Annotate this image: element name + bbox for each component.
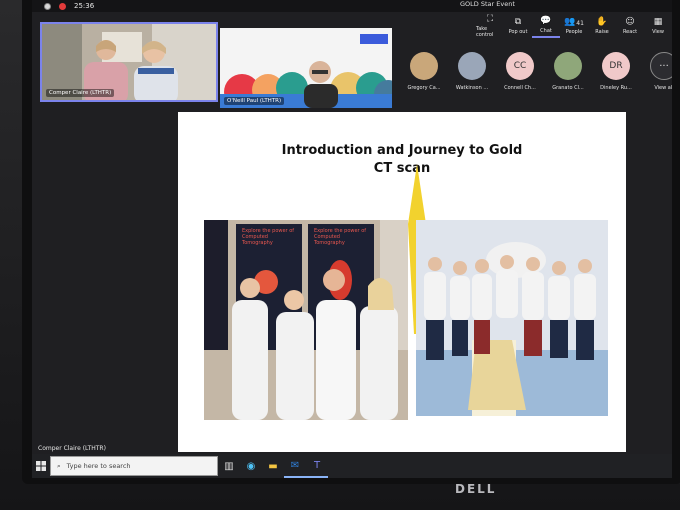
participant-name: Dineley Ru... [600, 85, 632, 91]
toolbar-button-pop-out[interactable]: ⧉ Pop out [504, 14, 532, 38]
shield-icon [44, 2, 51, 10]
participant-name: Watkinson ... [455, 85, 489, 91]
teams-icon[interactable]: T [306, 454, 328, 478]
tile-name-label: O'Neill Paul (LTHTR) [224, 97, 285, 105]
participant-avatar[interactable]: Watkinson ... [450, 52, 494, 91]
video-tile-comper-claire[interactable]: Comper Claire (LTHTR) [40, 22, 218, 102]
presenter-name-label: Comper Claire (LTHTR) [38, 445, 106, 452]
shared-presentation-slide: Introduction and Journey to Gold CT scan [178, 112, 626, 452]
people-count: 41 [576, 19, 584, 27]
take-control-icon: ⛶ [486, 13, 494, 24]
participant-name: Connell Ch... [504, 85, 536, 91]
meeting-timer: 25:36 [74, 2, 95, 10]
search-placeholder: Type here to search [66, 462, 131, 470]
windows-start-button[interactable] [32, 454, 50, 478]
edge-browser-icon[interactable]: ◉ [240, 454, 262, 478]
monitor-brand-logo: DELL [455, 482, 497, 496]
toolbar-button-view[interactable]: ▦ View [644, 14, 672, 38]
video-feed-image [220, 28, 392, 108]
toolbar-button-react[interactable]: ☺ React [616, 14, 644, 38]
avatar: DR [602, 52, 630, 80]
avatar: CC [506, 52, 534, 80]
pop-out-icon: ⧉ [514, 16, 522, 27]
meeting-title: GOLD Star Event [460, 0, 515, 8]
file-explorer-icon[interactable]: ▬ [262, 454, 284, 478]
windows-taskbar: ⌕ Type here to search ▥ ◉ ▬ ✉ T [32, 454, 672, 478]
tile-name-label: Comper Claire (LTHTR) [46, 89, 115, 97]
toolbar-button-take-control[interactable]: ⛶ Take control [476, 14, 504, 38]
video-tile-oneill-paul[interactable]: O'Neill Paul (LTHTR) [220, 28, 392, 108]
participant-avatar[interactable]: DR Dineley Ru... [594, 52, 638, 91]
toolbar-button-label: Pop out [508, 28, 528, 35]
toolbar-button-label: People [565, 28, 583, 35]
raise-hand-icon: ✋ [596, 16, 608, 27]
participant-avatar[interactable]: CC Connell Ch... [498, 52, 542, 91]
staff-photo-left: Explore the power of Computed Tomography… [204, 220, 408, 420]
toolbar-button-raise[interactable]: ✋ Raise [588, 14, 616, 38]
participant-name: Gregory Ca... [407, 85, 441, 91]
slide-title-line-1: Introduction and Journey to Gold [281, 143, 523, 158]
toolbar-button-label: Take control [476, 25, 494, 38]
toolbar-button-label: React [622, 28, 638, 35]
taskbar-search-box[interactable]: ⌕ Type here to search [50, 456, 218, 476]
avatar [458, 52, 486, 80]
poster-text-1: Explore the power of Computed Tomography [242, 228, 295, 246]
chat-icon: 💬 [540, 15, 552, 26]
avatar [554, 52, 582, 80]
avatar [410, 52, 438, 80]
meeting-toolbar: ⛶ Take control ⧉ Pop out 💬 Chat 👥 41 People ✋ Rais… [476, 14, 672, 38]
slide-title-line-2: CT scan [373, 161, 431, 176]
view-icon: ▦ [653, 16, 663, 27]
participant-name: Granato Cl... [552, 85, 584, 91]
ct-scanner-group-photo [416, 220, 608, 416]
meeting-top-strip: 25:36 GOLD Star Event [32, 0, 672, 12]
poster-text-2: Explore the power of Computed Tomography [314, 228, 367, 246]
screen: 25:36 GOLD Star Event ⛶ Take control ⧉ Pop … [32, 0, 672, 478]
slide-title: Introduction and Journey to Gold CT scan [178, 142, 626, 178]
recording-icon [59, 2, 66, 10]
toolbar-button-label: Raise [595, 28, 609, 35]
react-icon: ☺ [625, 16, 635, 27]
task-view-icon[interactable]: ▥ [218, 454, 240, 478]
toolbar-button-label: View [652, 28, 664, 35]
search-icon: ⌕ [57, 461, 61, 470]
outlook-icon[interactable]: ✉ [284, 454, 306, 478]
toolbar-button-people[interactable]: 👥 41 People [560, 14, 588, 38]
participant-avatars: Gregory Ca... Watkinson ... CC Connell Ch..… [402, 52, 672, 91]
windows-logo-icon [36, 461, 46, 471]
people-icon: 👥 [564, 16, 576, 27]
participant-avatar[interactable]: Gregory Ca... [402, 52, 446, 91]
view-all-participants-button[interactable]: ··· View all [642, 52, 672, 91]
toolbar-button-chat[interactable]: 💬 Chat [532, 14, 560, 38]
participant-avatar[interactable]: Granato Cl... [546, 52, 590, 91]
toolbar-button-label: Chat [540, 27, 552, 34]
view-all-label: View all [654, 85, 672, 91]
more-icon: ··· [650, 52, 672, 80]
